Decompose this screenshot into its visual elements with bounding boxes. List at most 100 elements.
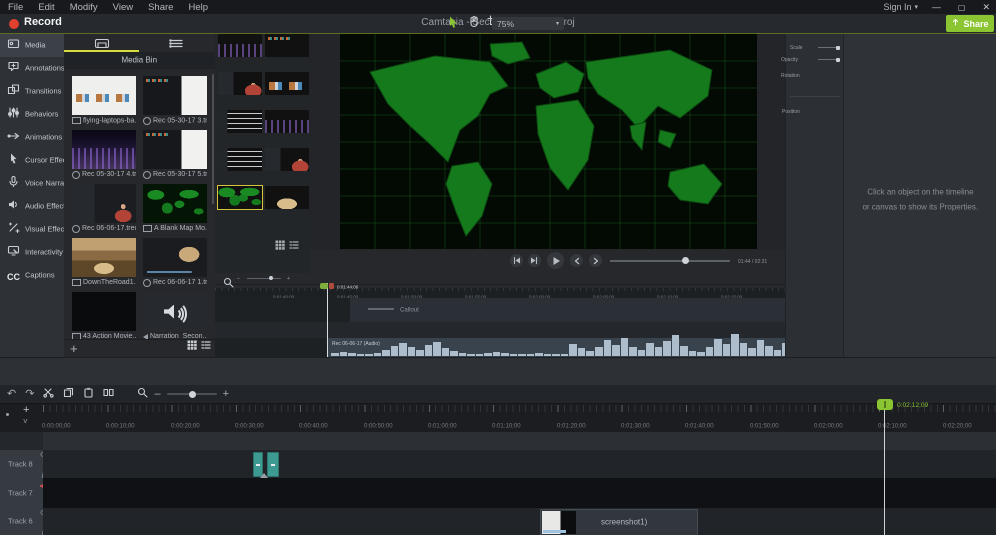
embedded-properties-panel: Scale Opacity Rotation Position: [785, 34, 843, 357]
media-thumbnail: [143, 184, 207, 223]
sidebar-item-label: Annotations: [25, 64, 65, 72]
track-name: Track 7: [8, 489, 33, 497]
playback-bar: 02:12 / 04:00 Properties: [0, 357, 996, 386]
media-item-label: Rec 06-06-17 1.trec: [153, 279, 207, 287]
media-bin-title: Media Bin: [122, 56, 158, 65]
menu-item-view[interactable]: View: [113, 2, 133, 13]
media-thumbnail: [143, 238, 207, 277]
sidebar-item-interactivity[interactable]: Interactivity: [0, 241, 64, 264]
sidebar-item-animations[interactable]: Animations: [0, 126, 64, 149]
embedded-canvas: [310, 34, 785, 250]
grid-view-icon[interactable]: [187, 337, 197, 355]
sidebar-item-visual-effects[interactable]: Visual Effects: [0, 218, 64, 241]
sidebar-item-transitions[interactable]: Transitions: [0, 80, 64, 103]
playhead-handle[interactable]: [877, 399, 893, 410]
select-tool-icon[interactable]: [447, 15, 460, 33]
timeline-zoom-out[interactable]: –: [154, 389, 160, 400]
add-track-button[interactable]: +: [23, 404, 29, 416]
share-label: Share: [963, 19, 988, 29]
timeline-zoom-handle[interactable]: [189, 391, 196, 398]
minimize-button[interactable]: —: [932, 2, 941, 12]
scrollbar[interactable]: [212, 74, 214, 204]
embedded-media-item: flying-laptops-ba...: [265, 72, 309, 102]
paste-button[interactable]: [83, 385, 94, 403]
playhead-line[interactable]: [884, 410, 885, 535]
embedded-media-item: Rec 05-30-17 4.t...: [265, 110, 309, 140]
screenshot-clip[interactable]: screenshot1): [540, 509, 698, 535]
rec-file-icon: [72, 225, 80, 233]
menu-item-modify[interactable]: Modify: [70, 2, 98, 13]
menu-item-edit[interactable]: Edit: [38, 2, 54, 13]
media-item-label: Rec 05-30-17 3.tr...: [153, 117, 207, 125]
ruler-label: 0:00:10;00: [106, 423, 135, 430]
media-item-label: DownTheRoad1...: [83, 279, 136, 287]
embedded-view-icons: [275, 240, 299, 250]
tab-library[interactable]: [139, 34, 214, 52]
media-item[interactable]: A Blank Map Mo...: [143, 184, 207, 234]
undo-button[interactable]: ↶: [7, 389, 16, 400]
close-button[interactable]: ✕: [982, 2, 990, 13]
menu-item-help[interactable]: Help: [188, 2, 208, 13]
sidebar-item-captions[interactable]: CCCaptions: [0, 264, 64, 287]
media-thumbnail: [72, 130, 136, 169]
embedded-callout-clip: Callout: [400, 307, 419, 314]
embedded-play-icon: [547, 252, 564, 269]
media-icon: [7, 37, 20, 55]
sidebar-item-label: Behaviors: [25, 110, 58, 118]
video-file-icon: [72, 117, 81, 124]
media-item-label: A Blank Map Mo...: [154, 225, 207, 233]
annotations-icon: [7, 60, 20, 78]
sidebar-item-label: Transitions: [25, 87, 61, 95]
annotation-clip[interactable]: [267, 452, 279, 477]
media-item[interactable]: Rec 06-06-17.trec: [72, 184, 136, 234]
media-item-label: flying-laptops-ba...: [83, 117, 136, 125]
sidebar-item-annotations[interactable]: Annotations: [0, 57, 64, 80]
video-file-icon: [72, 279, 81, 286]
ruler-label: 0:00:20;00: [171, 423, 200, 430]
media-item[interactable]: Rec 05-30-17 4.tr...: [72, 130, 136, 180]
media-item[interactable]: DownTheRoad1...: [72, 238, 136, 288]
embedded-back-icon: [570, 254, 583, 267]
maximize-button[interactable]: ▢: [958, 3, 966, 12]
menu-bar: File Edit Modify View Share Help: [0, 0, 996, 14]
menu-item-share[interactable]: Share: [148, 2, 173, 13]
menu-item-file[interactable]: File: [8, 2, 23, 13]
copy-button[interactable]: [63, 385, 74, 403]
add-media-button[interactable]: +: [70, 343, 78, 355]
canvas-zoom-dropdown[interactable]: 75% ▾: [492, 17, 564, 30]
embedded-fwd-icon: [589, 254, 602, 267]
split-button[interactable]: [103, 385, 114, 403]
sidebar-item-label: Media: [25, 41, 45, 49]
sidebar-item-behaviors[interactable]: Behaviors: [0, 103, 64, 126]
media-item[interactable]: flying-laptops-ba...: [72, 76, 136, 126]
rec-file-icon: [143, 171, 151, 179]
sidebar-item-audio-effects[interactable]: Audio Effects: [0, 195, 64, 218]
timeline-ruler[interactable]: 0:00:00;000:00:10;000:00:20;000:00:30;00…: [0, 403, 996, 433]
media-item[interactable]: 43 Action Movie...: [72, 292, 136, 342]
media-item[interactable]: Rec 05-30-17 3.tr...: [143, 76, 207, 126]
media-item[interactable]: Narration_Secon...: [143, 292, 207, 342]
redo-button[interactable]: ↷: [25, 389, 34, 400]
timeline-zoom-in[interactable]: +: [223, 389, 229, 400]
cut-button[interactable]: [43, 385, 54, 403]
canvas-zoom-value: 75%: [497, 19, 514, 29]
media-item[interactable]: Rec 05-30-17 5.tr...: [143, 130, 207, 180]
sign-in-button[interactable]: Sign In ▾: [883, 0, 918, 14]
transitions-icon: [7, 83, 20, 101]
timeline-zoom-slider[interactable]: [167, 393, 217, 395]
embedded-timeline: – + 0:01:44;06 0:01:40;000:01:45;000:01:…: [215, 273, 843, 357]
embedded-playhead: [327, 283, 328, 357]
sidebar-item-cursor-effects[interactable]: Cursor Effects: [0, 149, 64, 172]
canvas[interactable]: ght 1.mp4Rec 05-23-17.trecc 05-30-17 2.t…: [215, 34, 843, 357]
sidebar-item-voice-narration[interactable]: Voice Narration: [0, 172, 64, 195]
collapse-tracks-button[interactable]: ˅: [23, 417, 28, 426]
embedded-media-item: c 05-30-17 5.tr...: [218, 148, 262, 178]
ruler-label: 0:01:30;00: [621, 423, 650, 430]
media-item[interactable]: Rec 06-06-17 1.trec: [143, 238, 207, 288]
share-button[interactable]: Share: [946, 15, 994, 32]
media-thumbnail: [72, 76, 136, 115]
embedded-time: 01:44 / 02:21: [738, 259, 767, 265]
sidebar-item-media[interactable]: Media: [0, 34, 64, 57]
pan-tool-icon[interactable]: [467, 15, 480, 33]
list-view-icon[interactable]: [201, 337, 211, 355]
